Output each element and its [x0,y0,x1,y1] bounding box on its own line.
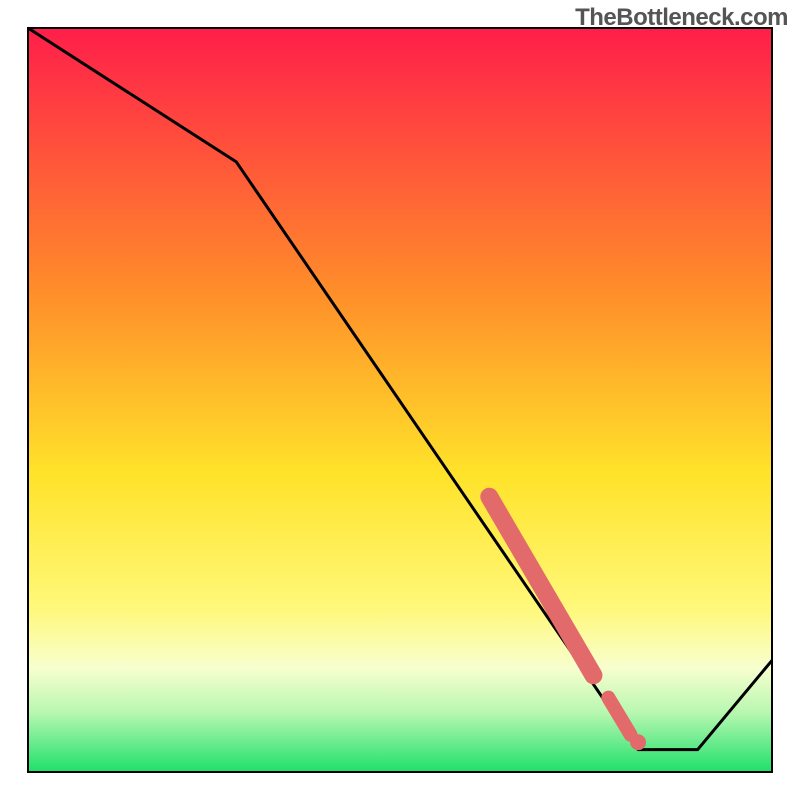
highlight-dot [585,667,601,683]
highlight-dot [630,734,646,750]
bottleneck-chart [0,0,800,800]
chart-stage: TheBottleneck.com [0,0,800,800]
